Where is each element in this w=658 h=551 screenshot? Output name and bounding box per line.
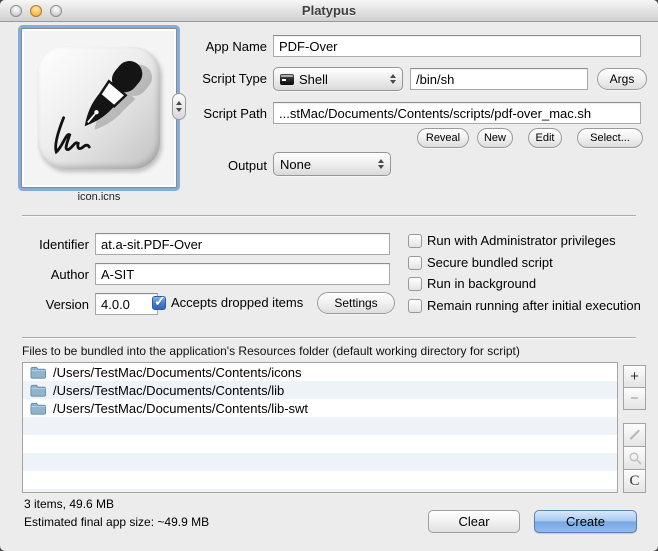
minimize-button[interactable] (30, 5, 42, 17)
zoom-button[interactable] (50, 5, 62, 17)
option-row: Run with Administrator privileges (408, 233, 616, 248)
file-row[interactable]: /Users/TestMac/Documents/Contents/lib (23, 381, 617, 399)
magnifier-icon (628, 451, 642, 465)
script-type-value: Shell (299, 72, 328, 87)
edit-button[interactable]: Edit (528, 128, 562, 148)
edit-file-button[interactable] (623, 423, 646, 447)
app-size-estimate: Estimated final app size: ~49.9 MB (24, 515, 209, 529)
option-row: Run in background (408, 276, 536, 291)
stepper-up-icon[interactable] (176, 101, 182, 105)
accepts-dropped-label: Accepts dropped items (171, 295, 303, 310)
folder-icon (30, 366, 46, 379)
divider (22, 215, 636, 216)
platypus-window: Platypus ico (0, 0, 658, 551)
file-path: /Users/TestMac/Documents/Contents/lib (53, 383, 284, 398)
contents-glyph: C (629, 473, 639, 489)
popup-arrows-icon (372, 159, 384, 169)
admin-privileges-label: Run with Administrator privileges (427, 233, 616, 248)
secure-script-checkbox[interactable] (408, 256, 422, 270)
author-input[interactable] (95, 263, 390, 285)
file-path: /Users/TestMac/Documents/Contents/lib-sw… (53, 401, 308, 416)
popup-arrows-icon (384, 74, 396, 84)
add-file-button[interactable]: + (623, 365, 646, 388)
interpreter-input[interactable] (410, 68, 588, 90)
app-icon-image (38, 47, 160, 169)
author-label: Author (0, 267, 89, 282)
select-button[interactable]: Select... (577, 128, 643, 148)
remove-file-button[interactable]: − (623, 387, 646, 410)
args-button[interactable]: Args (597, 68, 647, 90)
script-path-input[interactable] (273, 102, 641, 124)
close-button[interactable] (10, 5, 22, 17)
new-button[interactable]: New (477, 128, 513, 148)
admin-privileges-checkbox[interactable] (408, 234, 422, 248)
reveal-file-button[interactable] (623, 446, 646, 470)
file-row[interactable]: /Users/TestMac/Documents/Contents/icons (23, 363, 617, 381)
window-title: Platypus (0, 0, 658, 22)
identifier-input[interactable] (95, 233, 390, 255)
clear-button[interactable]: Clear (428, 510, 520, 533)
app-name-input[interactable] (273, 35, 641, 57)
script-type-label: Script Type (150, 71, 267, 86)
script-type-popup[interactable]: Shell (273, 67, 403, 91)
terminal-icon (280, 74, 294, 85)
files-summary: 3 items, 49.6 MB (24, 497, 114, 511)
show-contents-button[interactable]: C (623, 469, 646, 493)
accepts-dropped-row: Accepts dropped items (152, 295, 303, 310)
files-header: Files to be bundled into the application… (22, 344, 520, 358)
pencil-icon (628, 428, 641, 441)
run-background-checkbox[interactable] (408, 277, 422, 291)
version-label: Version (0, 297, 89, 312)
remain-running-label: Remain running after initial execution (427, 298, 641, 313)
fountain-pen-icon (38, 47, 160, 169)
folder-icon (30, 402, 46, 415)
divider (22, 337, 636, 338)
secure-script-label: Secure bundled script (427, 255, 553, 270)
option-row: Secure bundled script (408, 255, 553, 270)
output-label: Output (150, 158, 267, 173)
titlebar[interactable]: Platypus (0, 0, 658, 22)
version-input[interactable] (95, 293, 158, 315)
output-value: None (280, 157, 311, 172)
option-row: Remain running after initial execution (408, 298, 641, 313)
icon-filename: icon.icns (21, 191, 177, 203)
folder-icon (30, 384, 46, 397)
app-name-label: App Name (150, 39, 267, 54)
output-popup[interactable]: None (273, 152, 391, 176)
remain-running-checkbox[interactable] (408, 299, 422, 313)
accepts-dropped-checkbox[interactable] (152, 296, 166, 310)
create-button[interactable]: Create (534, 510, 637, 533)
settings-button[interactable]: Settings (317, 292, 395, 314)
reveal-button[interactable]: Reveal (417, 128, 469, 148)
file-row[interactable]: /Users/TestMac/Documents/Contents/lib-sw… (23, 399, 617, 417)
run-background-label: Run in background (427, 276, 536, 291)
identifier-label: Identifier (0, 237, 89, 252)
script-path-label: Script Path (150, 106, 267, 121)
file-path: /Users/TestMac/Documents/Contents/icons (53, 365, 302, 380)
bundled-files-list[interactable]: /Users/TestMac/Documents/Contents/icons … (22, 362, 618, 493)
